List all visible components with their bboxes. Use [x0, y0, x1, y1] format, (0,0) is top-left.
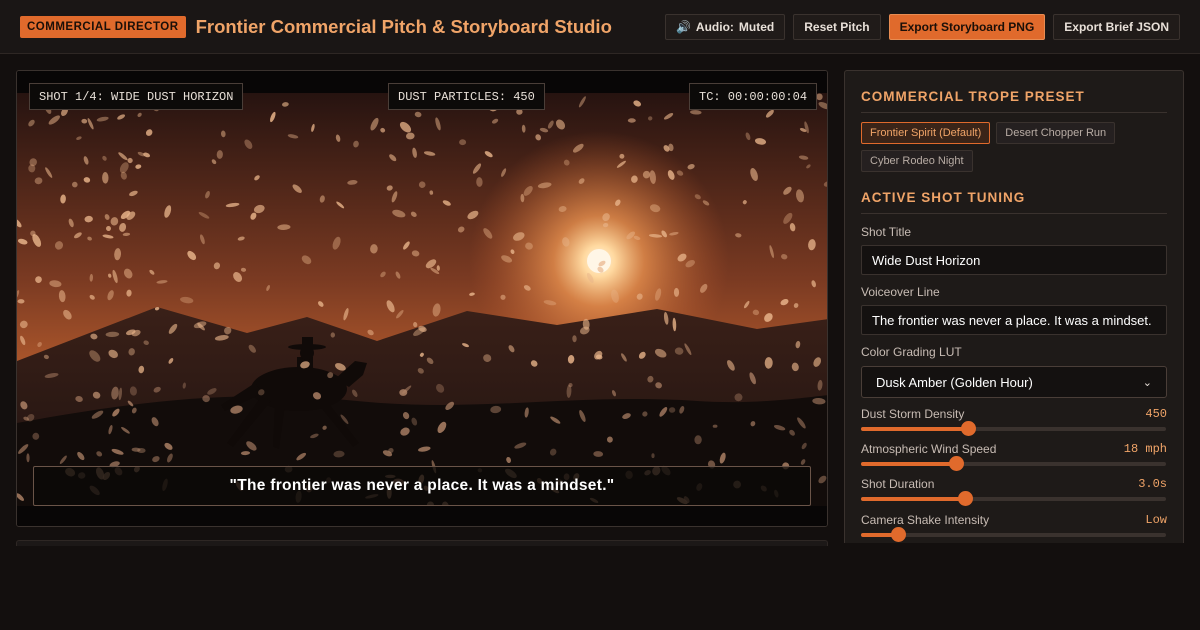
preset-list: Frontier Spirit (Default) Desert Chopper…: [861, 122, 1161, 172]
dust-particle: [651, 453, 655, 459]
scene-canvas: [17, 71, 827, 526]
timecode: TC: 00:00:00:04: [689, 83, 818, 110]
dust-particle: [459, 139, 467, 146]
export-brief-json-button[interactable]: Export Brief JSON: [1053, 13, 1180, 40]
voiceover-input[interactable]: The frontier was never a place. It was a…: [861, 305, 1167, 335]
lut-select[interactable]: Dusk Amber (Golden Hour) ⌄: [861, 366, 1167, 398]
storyboard-strip: [16, 540, 828, 546]
speaker-icon: 🔊: [675, 19, 691, 34]
slider-value: 3.0s: [1138, 477, 1167, 491]
chevron-down-icon: ⌄: [1142, 376, 1152, 389]
slider-value: 18 mph: [1123, 442, 1167, 456]
slider-thumb[interactable]: [960, 421, 976, 436]
slider-thumb[interactable]: [948, 456, 964, 471]
dust-density-control: Dust Storm Density 450: [861, 407, 1167, 436]
reset-pitch-button[interactable]: Reset Pitch: [793, 13, 881, 40]
preset-section-title: COMMERCIAL TROPE PRESET: [861, 89, 1167, 113]
dust-particle: [627, 118, 636, 123]
audio-label: Audio:: [695, 19, 734, 34]
dust-density-slider[interactable]: [861, 421, 1166, 436]
lut-label: Color Grading LUT: [861, 345, 962, 359]
shot-duration-control: Shot Duration 3.0s: [861, 477, 1167, 506]
slider-thumb[interactable]: [890, 527, 906, 542]
audio-toggle-button[interactable]: 🔊 Audio: Muted: [664, 13, 786, 40]
slider-label: Camera Shake Intensity: [861, 513, 990, 527]
header-actions: 🔊 Audio: Muted Reset Pitch Export Storyb…: [664, 13, 1180, 40]
slider-fill: [861, 462, 956, 466]
particle-count: DUST PARTICLES: 450: [388, 83, 545, 110]
shot-title-input[interactable]: Wide Dust Horizon: [861, 245, 1167, 275]
control-panel: COMMERCIAL TROPE PRESET Frontier Spirit …: [844, 70, 1184, 543]
wind-speed-slider[interactable]: [861, 456, 1166, 471]
export-storyboard-png-button[interactable]: Export Storyboard PNG: [888, 13, 1046, 40]
app-title: Frontier Commercial Pitch & Storyboard S…: [195, 15, 612, 37]
wind-speed-control: Atmospheric Wind Speed 18 mph: [861, 442, 1167, 471]
preset-desert-chopper-run[interactable]: Desert Chopper Run: [996, 122, 1116, 144]
preset-frontier-spirit[interactable]: Frontier Spirit (Default): [861, 122, 991, 144]
slider-value: 450: [1145, 407, 1167, 421]
voiceover-caption: "The frontier was never a place. It was …: [33, 466, 811, 506]
lut-selected-value: Dusk Amber (Golden Hour): [876, 374, 1033, 390]
slider-fill: [861, 427, 968, 431]
camera-shake-control: Camera Shake Intensity Low: [861, 513, 1167, 542]
camera-shake-slider[interactable]: [861, 527, 1166, 542]
shot-title-label: Shot Title: [861, 225, 912, 239]
slider-value: Low: [1145, 513, 1167, 527]
shot-preview[interactable]: SHOT 1/4: WIDE DUST HORIZON DUST PARTICL…: [16, 70, 828, 527]
slider-label: Dust Storm Density: [861, 407, 965, 421]
voiceover-label: Voiceover Line: [861, 285, 940, 299]
slider-thumb[interactable]: [957, 491, 973, 506]
letterbox-bottom: [17, 506, 827, 526]
slider-label: Shot Duration: [861, 477, 935, 491]
dust-particle: [607, 436, 613, 443]
tuning-section-title: ACTIVE SHOT TUNING: [861, 190, 1167, 214]
audio-state: Muted: [738, 19, 775, 34]
slider-fill: [861, 497, 965, 501]
role-badge: COMMERCIAL DIRECTOR: [20, 15, 186, 38]
shot-duration-slider[interactable]: [861, 491, 1166, 506]
app-header: COMMERCIAL DIRECTOR Frontier Commercial …: [0, 0, 1200, 54]
slider-label: Atmospheric Wind Speed: [861, 442, 997, 456]
shot-indicator: SHOT 1/4: WIDE DUST HORIZON: [29, 83, 244, 110]
preset-cyber-rodeo-night[interactable]: Cyber Rodeo Night: [861, 150, 973, 172]
